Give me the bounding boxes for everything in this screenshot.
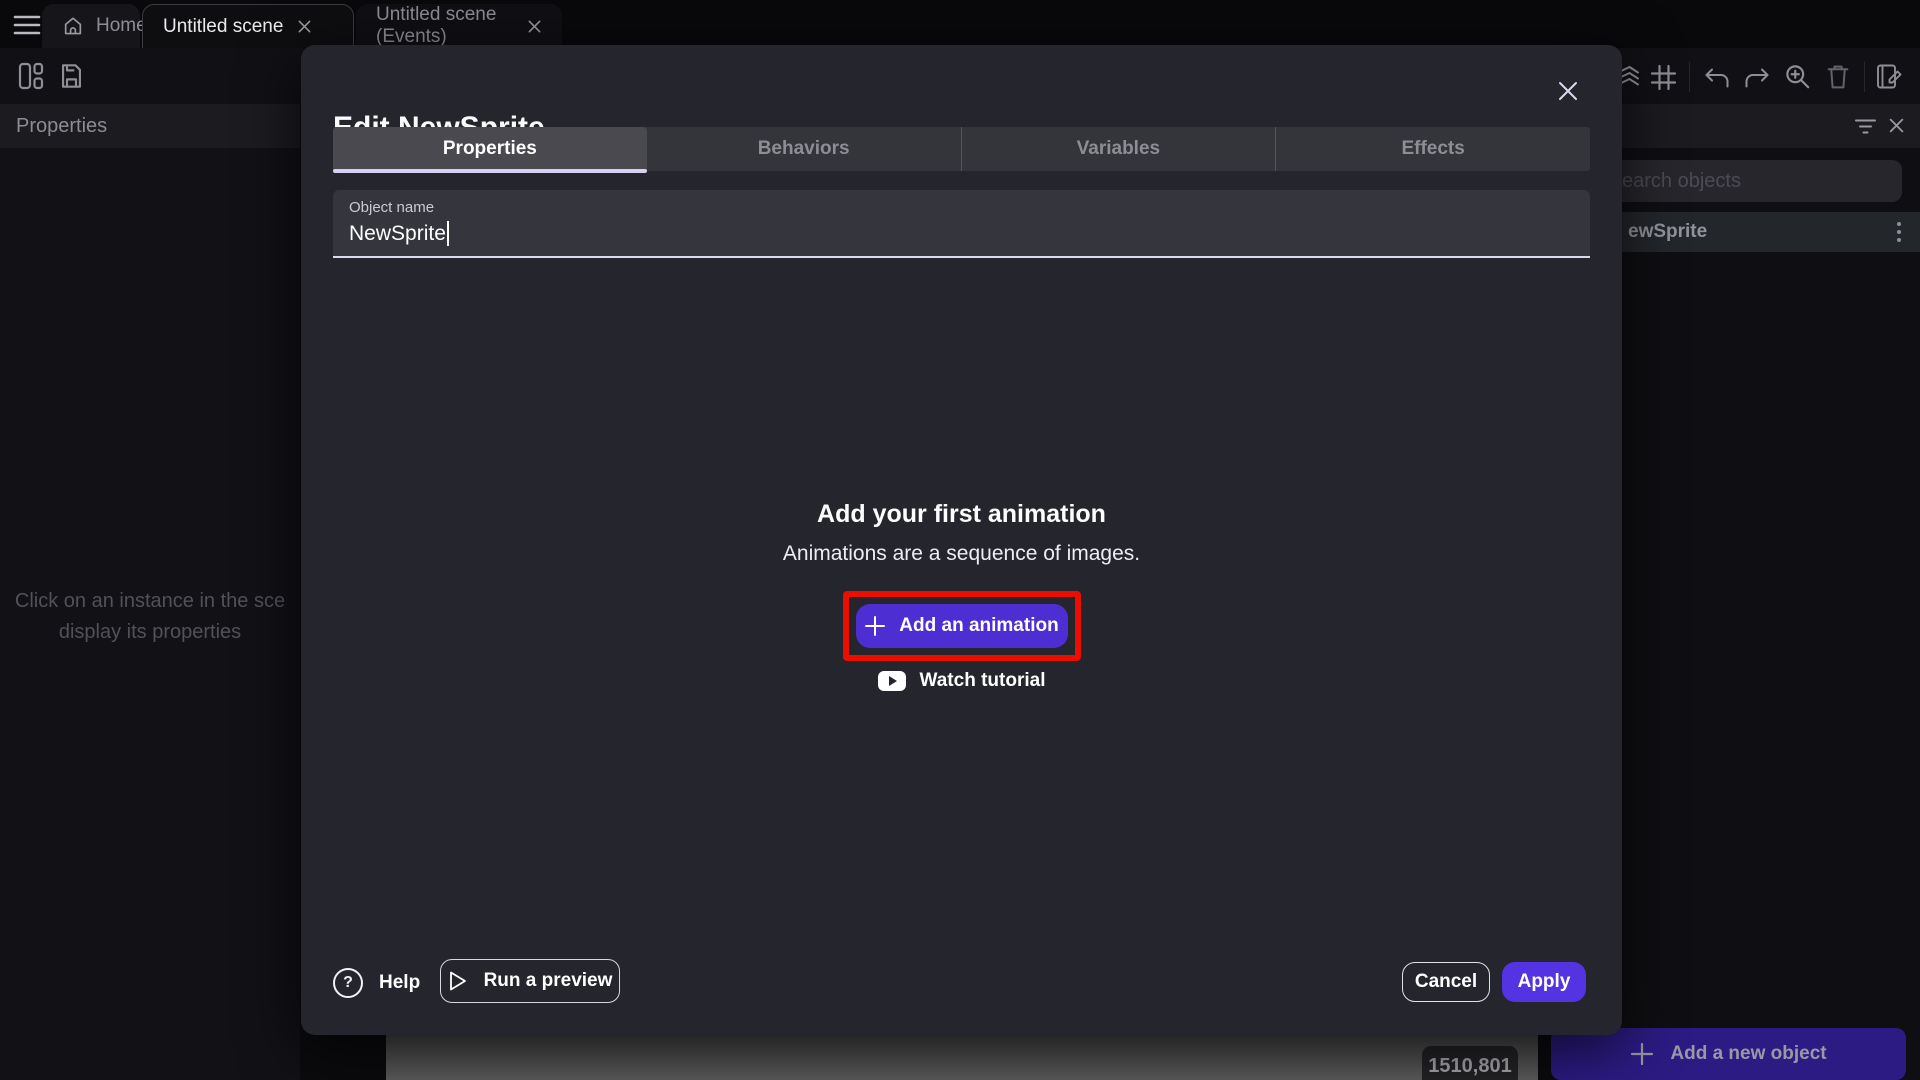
empty-state-subtitle: Animations are a sequence of images. (783, 542, 1140, 566)
tab-untitled-scene[interactable]: Untitled scene (142, 4, 354, 48)
object-name-label: Object name (349, 199, 1590, 216)
play-icon (448, 970, 468, 992)
question-mark-icon: ? (333, 968, 363, 998)
close-panel-icon[interactable] (1888, 117, 1905, 134)
edit-scene-properties-icon[interactable] (1876, 63, 1903, 90)
cursor-coordinates-badge: 1510,801 (1422, 1046, 1518, 1080)
scene-canvas[interactable] (386, 1035, 1538, 1080)
apply-button[interactable]: Apply (1502, 962, 1586, 1002)
save-icon[interactable] (58, 62, 85, 90)
properties-hint: Click on an instance in the sce display … (0, 586, 300, 648)
object-name-value: NewSprite (349, 222, 446, 246)
run-preview-button[interactable]: Run a preview (440, 959, 620, 1003)
grid-icon[interactable] (1650, 64, 1677, 91)
help-label: Help (379, 972, 420, 994)
top-bar: Home Untitled scene Untitled scene (Even… (0, 0, 1920, 48)
tab-events-label: Untitled scene (Events) (376, 4, 513, 48)
filter-icon[interactable] (1854, 118, 1877, 135)
properties-panel-title: Properties (16, 115, 107, 138)
toolbar-divider (1689, 62, 1690, 92)
help-button[interactable]: ? Help (333, 963, 420, 1003)
add-new-object-label: Add a new object (1670, 1043, 1826, 1065)
app-root: Home Untitled scene Untitled scene (Even… (0, 0, 1920, 1080)
tab-home[interactable]: Home (42, 4, 140, 48)
properties-panel-body: Click on an instance in the sce display … (0, 148, 300, 1080)
properties-hint-line1: Click on an instance in the sce (0, 586, 300, 617)
object-name-field[interactable]: Object name NewSprite (333, 190, 1590, 258)
cancel-label: Cancel (1415, 971, 1477, 993)
apply-label: Apply (1518, 971, 1571, 993)
watch-tutorial-label: Watch tutorial (920, 670, 1046, 692)
add-new-object-button[interactable]: Add a new object (1551, 1028, 1906, 1080)
menu-button[interactable] (13, 14, 41, 36)
tab-effects-label: Effects (1401, 138, 1464, 160)
watch-tutorial-button[interactable]: Watch tutorial (878, 670, 1046, 692)
tab-scene-label: Untitled scene (163, 16, 283, 38)
zoom-in-icon[interactable] (1784, 63, 1811, 90)
search-objects-placeholder: earch objects (1622, 170, 1741, 193)
text-cursor (447, 221, 449, 246)
coords-value: 1510,801 (1428, 1055, 1511, 1078)
undo-icon[interactable] (1704, 67, 1730, 89)
toolbar-divider (1864, 62, 1865, 92)
objects-panel-body: earch objects ewSprite (1600, 148, 1920, 1080)
hamburger-icon (13, 14, 41, 36)
properties-panel-header: Properties (0, 104, 300, 148)
home-icon (62, 15, 84, 37)
properties-hint-line2: display its properties (0, 617, 300, 648)
panels-layout-icon[interactable] (18, 62, 44, 90)
object-list-item[interactable]: ewSprite (1600, 212, 1920, 252)
add-animation-button[interactable]: Add an animation (856, 604, 1068, 648)
empty-state-title: Add your first animation (817, 500, 1106, 529)
add-animation-label: Add an animation (899, 615, 1058, 637)
tutorial-highlight-box: Add an animation (843, 591, 1081, 661)
cancel-button[interactable]: Cancel (1402, 962, 1490, 1002)
tab-home-label: Home (96, 15, 147, 37)
close-tab-icon[interactable] (527, 19, 542, 34)
tab-behaviors-label: Behaviors (758, 138, 850, 160)
animation-empty-state: Add your first animation Animations are … (301, 500, 1622, 692)
run-preview-label: Run a preview (484, 970, 613, 992)
object-item-label: ewSprite (1628, 221, 1707, 243)
tab-effects[interactable]: Effects (1275, 127, 1590, 171)
tab-variables-label: Variables (1077, 138, 1160, 160)
tab-untitled-scene-events[interactable]: Untitled scene (Events) (356, 4, 562, 48)
edit-object-dialog: Edit NewSprite Properties Behaviors Vari… (301, 45, 1622, 1035)
youtube-play-icon (878, 671, 906, 691)
trash-icon[interactable] (1825, 63, 1851, 90)
plus-icon (864, 615, 886, 637)
plus-icon (1630, 1042, 1654, 1066)
tab-properties[interactable]: Properties (333, 127, 647, 171)
tab-variables[interactable]: Variables (961, 127, 1276, 171)
dialog-tab-bar: Properties Behaviors Variables Effects (333, 127, 1590, 171)
close-dialog-icon[interactable] (1554, 77, 1582, 105)
tab-behaviors[interactable]: Behaviors (647, 127, 961, 171)
kebab-menu-icon[interactable] (1896, 221, 1902, 243)
redo-icon[interactable] (1744, 67, 1770, 89)
objects-panel-header (1622, 104, 1920, 148)
close-tab-icon[interactable] (297, 19, 312, 34)
search-objects-input[interactable]: earch objects (1598, 160, 1902, 202)
tab-properties-label: Properties (443, 138, 537, 160)
